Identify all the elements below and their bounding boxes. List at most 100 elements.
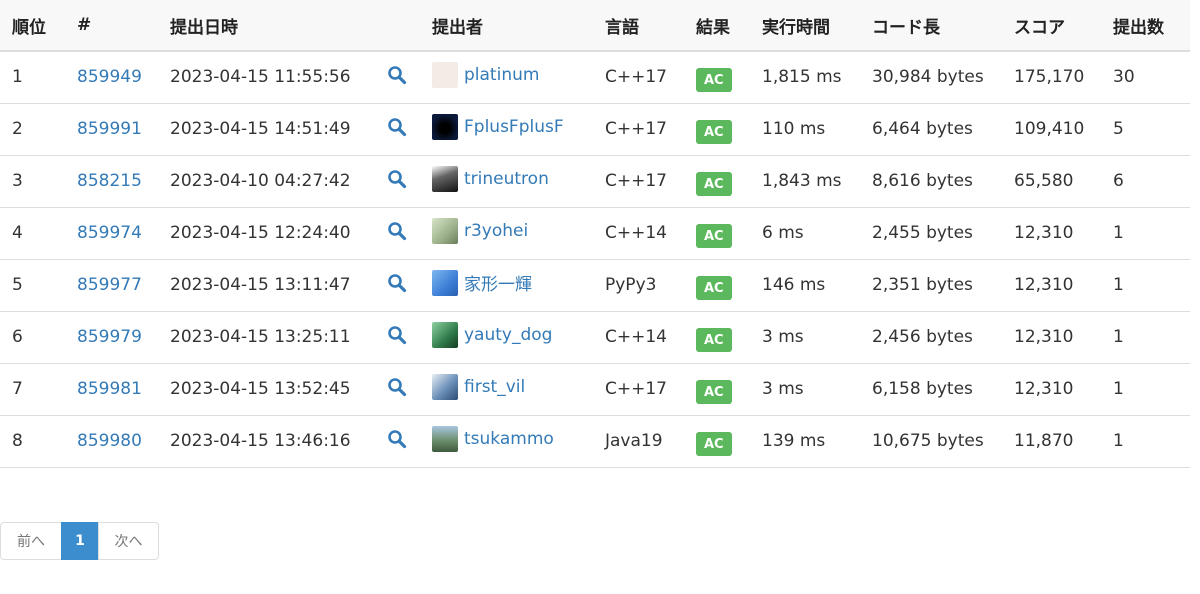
code-length-value: 30,984 bytes xyxy=(872,67,984,88)
submitter-cell: platinum xyxy=(420,51,593,104)
submission-id-link[interactable]: 859991 xyxy=(77,119,142,139)
submission-count-value: 1 xyxy=(1113,431,1124,451)
submission-id-link-cell: 859949 xyxy=(65,51,158,104)
table-row: 4 859974 2023-04-15 12:24:40 r3yohei C++14 AC… xyxy=(0,207,1190,260)
code-length-value-cell: 8,616 bytes xyxy=(860,155,1002,208)
submitter-name-link[interactable]: tsukammo xyxy=(464,429,554,449)
submission-id-link[interactable]: 859977 xyxy=(77,275,142,295)
submission-id-link[interactable]: 859981 xyxy=(77,379,142,399)
magnifier-icon[interactable] xyxy=(387,429,407,454)
result-cell: AC xyxy=(684,103,750,156)
magnifier-icon[interactable] xyxy=(387,377,407,402)
magnifier-icon[interactable] xyxy=(387,169,407,194)
submitter: tsukammo xyxy=(432,425,554,452)
submitter-cell: 家形一輝 xyxy=(420,259,593,312)
table-row: 8 859980 2023-04-15 13:46:16 tsukammo Java19… xyxy=(0,415,1190,468)
rank-value: 5 xyxy=(12,275,23,295)
submitted-at-value: 2023-04-15 13:11:47 xyxy=(170,275,351,295)
exec-time-value: 139 ms xyxy=(762,431,826,451)
header-language: 言語 xyxy=(593,0,684,52)
score-value: 12,310 xyxy=(1014,275,1074,295)
submitted-at-value-cell: 2023-04-15 13:52:45 xyxy=(158,363,375,416)
submitter-name-link[interactable]: trineutron xyxy=(464,169,549,189)
magnifier-icon[interactable] xyxy=(387,273,407,298)
submitted-at-value-cell: 2023-04-15 13:46:16 xyxy=(158,415,375,468)
language-value-cell: C++14 xyxy=(593,207,684,260)
magnifier-icon[interactable] xyxy=(387,325,407,350)
rank-value: 1 xyxy=(12,67,23,88)
detail-cell xyxy=(375,259,420,312)
submitted-at-value: 2023-04-15 13:52:45 xyxy=(170,379,351,399)
rank-value: 6 xyxy=(12,327,23,347)
exec-time-value: 146 ms xyxy=(762,275,826,295)
submission-id-link[interactable]: 859979 xyxy=(77,327,142,347)
header-code-length: コード長 xyxy=(860,0,1002,52)
next-page-button[interactable]: 次へ xyxy=(98,522,159,560)
result-badge: AC xyxy=(696,172,732,196)
prev-page-button[interactable]: 前へ xyxy=(0,522,62,560)
result-cell: AC xyxy=(684,259,750,312)
score-value-cell: 65,580 xyxy=(1002,155,1101,208)
code-length-value-cell: 30,984 bytes xyxy=(860,51,1002,104)
exec-time-value-cell: 1,815 ms xyxy=(750,51,860,104)
submitter-name-link[interactable]: yauty_dog xyxy=(464,325,552,345)
header-row: 順位 # 提出日時 提出者 言語 結果 実行時間 コード長 スコア 提出数 xyxy=(0,0,1190,52)
code-length-value-cell: 6,464 bytes xyxy=(860,103,1002,156)
code-length-value: 2,351 bytes xyxy=(872,275,973,295)
submitter-name-link[interactable]: FplusFplusF xyxy=(464,117,564,137)
score-value: 12,310 xyxy=(1014,327,1074,347)
magnifier-icon[interactable] xyxy=(387,117,407,142)
submission-id-link[interactable]: 859974 xyxy=(77,223,142,243)
rank-value-cell: 1 xyxy=(0,51,65,104)
score-value-cell: 12,310 xyxy=(1002,363,1101,416)
result-cell: AC xyxy=(684,363,750,416)
submitter: FplusFplusF xyxy=(432,113,564,140)
score-value-cell: 175,170 xyxy=(1002,51,1101,104)
score-value-cell: 12,310 xyxy=(1002,207,1101,260)
exec-time-value-cell: 146 ms xyxy=(750,259,860,312)
submission-count-value: 30 xyxy=(1113,67,1135,88)
result-badge: AC xyxy=(696,328,732,352)
score-value: 11,870 xyxy=(1014,431,1074,451)
language-value: C++17 xyxy=(605,67,667,88)
submitted-at-value: 2023-04-15 12:24:40 xyxy=(170,223,351,243)
current-page-button[interactable]: 1 xyxy=(61,522,99,560)
exec-time-value: 1,843 ms xyxy=(762,171,842,191)
detail-cell xyxy=(375,415,420,468)
code-length-value: 8,616 bytes xyxy=(872,171,973,191)
submission-id-link[interactable]: 859980 xyxy=(77,431,142,451)
submitter-name-link[interactable]: r3yohei xyxy=(464,221,528,241)
score-value-cell: 109,410 xyxy=(1002,103,1101,156)
submission-count-value-cell: 1 xyxy=(1101,311,1190,364)
code-length-value: 6,158 bytes xyxy=(872,379,973,399)
submission-count-value-cell: 30 xyxy=(1101,51,1190,104)
submission-count-value: 1 xyxy=(1113,223,1124,243)
table-row: 5 859977 2023-04-15 13:11:47 家形一輝 PyPy3 AC 146… xyxy=(0,259,1190,312)
magnifier-icon[interactable] xyxy=(387,65,407,90)
submission-id-link-cell: 859979 xyxy=(65,311,158,364)
header-detail xyxy=(375,0,420,52)
detail-cell xyxy=(375,155,420,208)
result-cell: AC xyxy=(684,311,750,364)
result-badge: AC xyxy=(696,224,732,248)
rank-value-cell: 2 xyxy=(0,103,65,156)
submission-count-value-cell: 1 xyxy=(1101,207,1190,260)
table-header: 順位 # 提出日時 提出者 言語 結果 実行時間 コード長 スコア 提出数 xyxy=(0,0,1190,52)
submitter-cell: r3yohei xyxy=(420,207,593,260)
language-value-cell: PyPy3 xyxy=(593,259,684,312)
score-value: 12,310 xyxy=(1014,379,1074,399)
submission-id-link-cell: 859981 xyxy=(65,363,158,416)
rank-value-cell: 6 xyxy=(0,311,65,364)
header-submitted-at: 提出日時 xyxy=(158,0,375,52)
submitter-name-link[interactable]: 家形一輝 xyxy=(464,270,532,295)
submission-id-link[interactable]: 859949 xyxy=(77,67,142,87)
submitter-name-link[interactable]: first_vil xyxy=(464,377,525,397)
code-length-value-cell: 2,456 bytes xyxy=(860,311,1002,364)
result-cell: AC xyxy=(684,155,750,208)
submitter-name-link[interactable]: platinum xyxy=(464,65,539,85)
submitter-cell: first_vil xyxy=(420,363,593,416)
submitted-at-value: 2023-04-15 13:46:16 xyxy=(170,431,351,451)
submission-id-link[interactable]: 858215 xyxy=(77,171,142,191)
magnifier-icon[interactable] xyxy=(387,221,407,246)
table-row: 3 858215 2023-04-10 04:27:42 trineutron C++1… xyxy=(0,155,1190,208)
